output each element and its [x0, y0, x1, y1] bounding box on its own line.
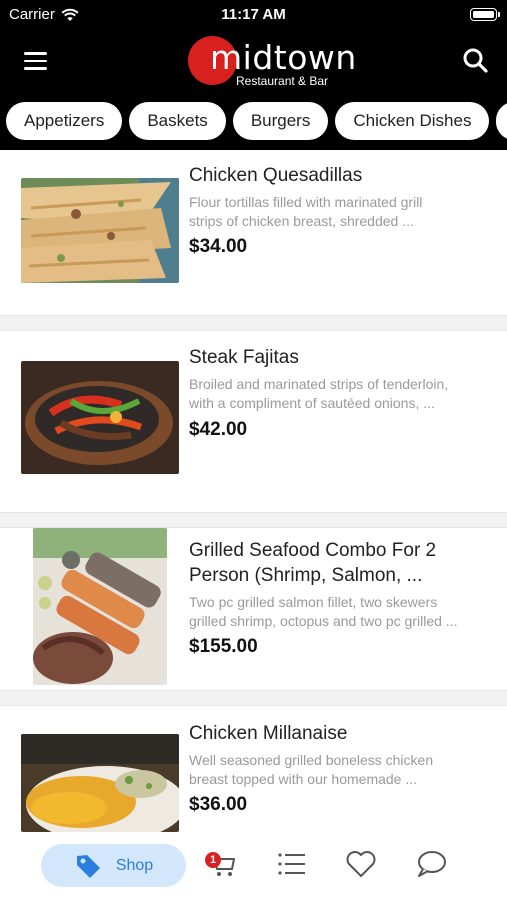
quesadilla-photo — [21, 178, 179, 283]
status-bar: Carrier 11:17 AM — [0, 0, 507, 30]
brand-logo: midtown Restaurant & Bar — [186, 34, 356, 90]
category-chip-list: Appetizers Baskets Burgers Chicken Dishe… — [6, 102, 507, 140]
chicken-millanaise-photo — [21, 734, 179, 832]
cart-count-badge: 1 — [205, 852, 221, 868]
item-description-line: Well seasoned grilled boneless chicken — [189, 752, 434, 768]
category-bar: Appetizers Baskets Burgers Chicken Dishe… — [0, 92, 507, 150]
menu-item-card[interactable]: Chicken Millanaise Well seasoned grilled… — [0, 706, 507, 832]
menu-item-card[interactable]: Chicken Quesadillas Flour tortillas fill… — [0, 150, 507, 315]
item-description-line: with a compliment of sautéed onions, ... — [189, 395, 435, 411]
tag-icon — [76, 854, 100, 878]
list-divider — [0, 315, 507, 331]
category-chip-burgers[interactable]: Burgers — [232, 102, 329, 140]
category-chip-more[interactable] — [496, 102, 507, 140]
item-name: Grilled Seafood Combo For 2 — [189, 540, 437, 561]
item-name: Chicken Quesadillas — [189, 165, 363, 186]
fajitas-photo — [21, 361, 179, 474]
search-icon[interactable] — [459, 44, 493, 78]
item-description-line: grilled shrimp, octopus and two pc grill… — [189, 613, 458, 629]
logo-subtitle: Restaurant & Bar — [236, 74, 329, 88]
item-description-line: Two pc grilled salmon fillet, two skewer… — [189, 594, 438, 610]
list-icon[interactable] — [276, 848, 308, 880]
bottom-tab-bar: Shop 1 — [0, 832, 507, 900]
logo-wordmark: midtown — [210, 38, 357, 77]
app-header: midtown Restaurant & Bar — [0, 30, 507, 92]
list-divider — [0, 512, 507, 528]
menu-item-card[interactable]: Steak Fajitas Broiled and marinated stri… — [0, 331, 507, 512]
item-name-continued: Person (Shrimp, Salmon, ... — [189, 565, 423, 586]
menu-line-icon — [23, 52, 47, 55]
item-description-line: strips of chicken breast, shredded ... — [189, 213, 414, 229]
tab-shop-label: Shop — [115, 856, 154, 874]
menu-item-card[interactable]: Grilled Seafood Combo For 2 Person (Shri… — [0, 528, 507, 690]
tab-shop[interactable]: Shop — [41, 844, 186, 887]
chat-bubble-icon[interactable] — [415, 848, 447, 880]
item-price: $36.00 — [189, 794, 248, 815]
seafood-combo-photo — [33, 528, 167, 685]
menu-item-list: Chicken Quesadillas Flour tortillas fill… — [0, 150, 507, 832]
list-divider — [0, 690, 507, 706]
item-description-line: Broiled and marinated strips of tenderlo… — [189, 376, 449, 392]
item-price: $34.00 — [189, 236, 248, 257]
item-name: Chicken Millanaise — [189, 723, 348, 744]
heart-icon[interactable] — [345, 848, 377, 880]
menu-line-icon — [23, 67, 47, 70]
item-description-line: Flour tortillas filled with marinated gr… — [189, 194, 423, 210]
status-time: 11:17 AM — [221, 6, 286, 23]
item-price: $42.00 — [189, 419, 248, 440]
item-description-line: breast topped with our homemade ... — [189, 771, 418, 787]
item-price: $155.00 — [189, 636, 258, 657]
category-chip-baskets[interactable]: Baskets — [129, 102, 226, 140]
category-chip-chicken-dishes[interactable]: Chicken Dishes — [335, 102, 490, 140]
item-name: Steak Fajitas — [189, 347, 299, 368]
battery-icon — [470, 8, 500, 21]
category-chip-appetizers[interactable]: Appetizers — [6, 102, 123, 140]
hamburger-menu-button[interactable] — [18, 44, 52, 78]
menu-line-icon — [23, 59, 47, 63]
